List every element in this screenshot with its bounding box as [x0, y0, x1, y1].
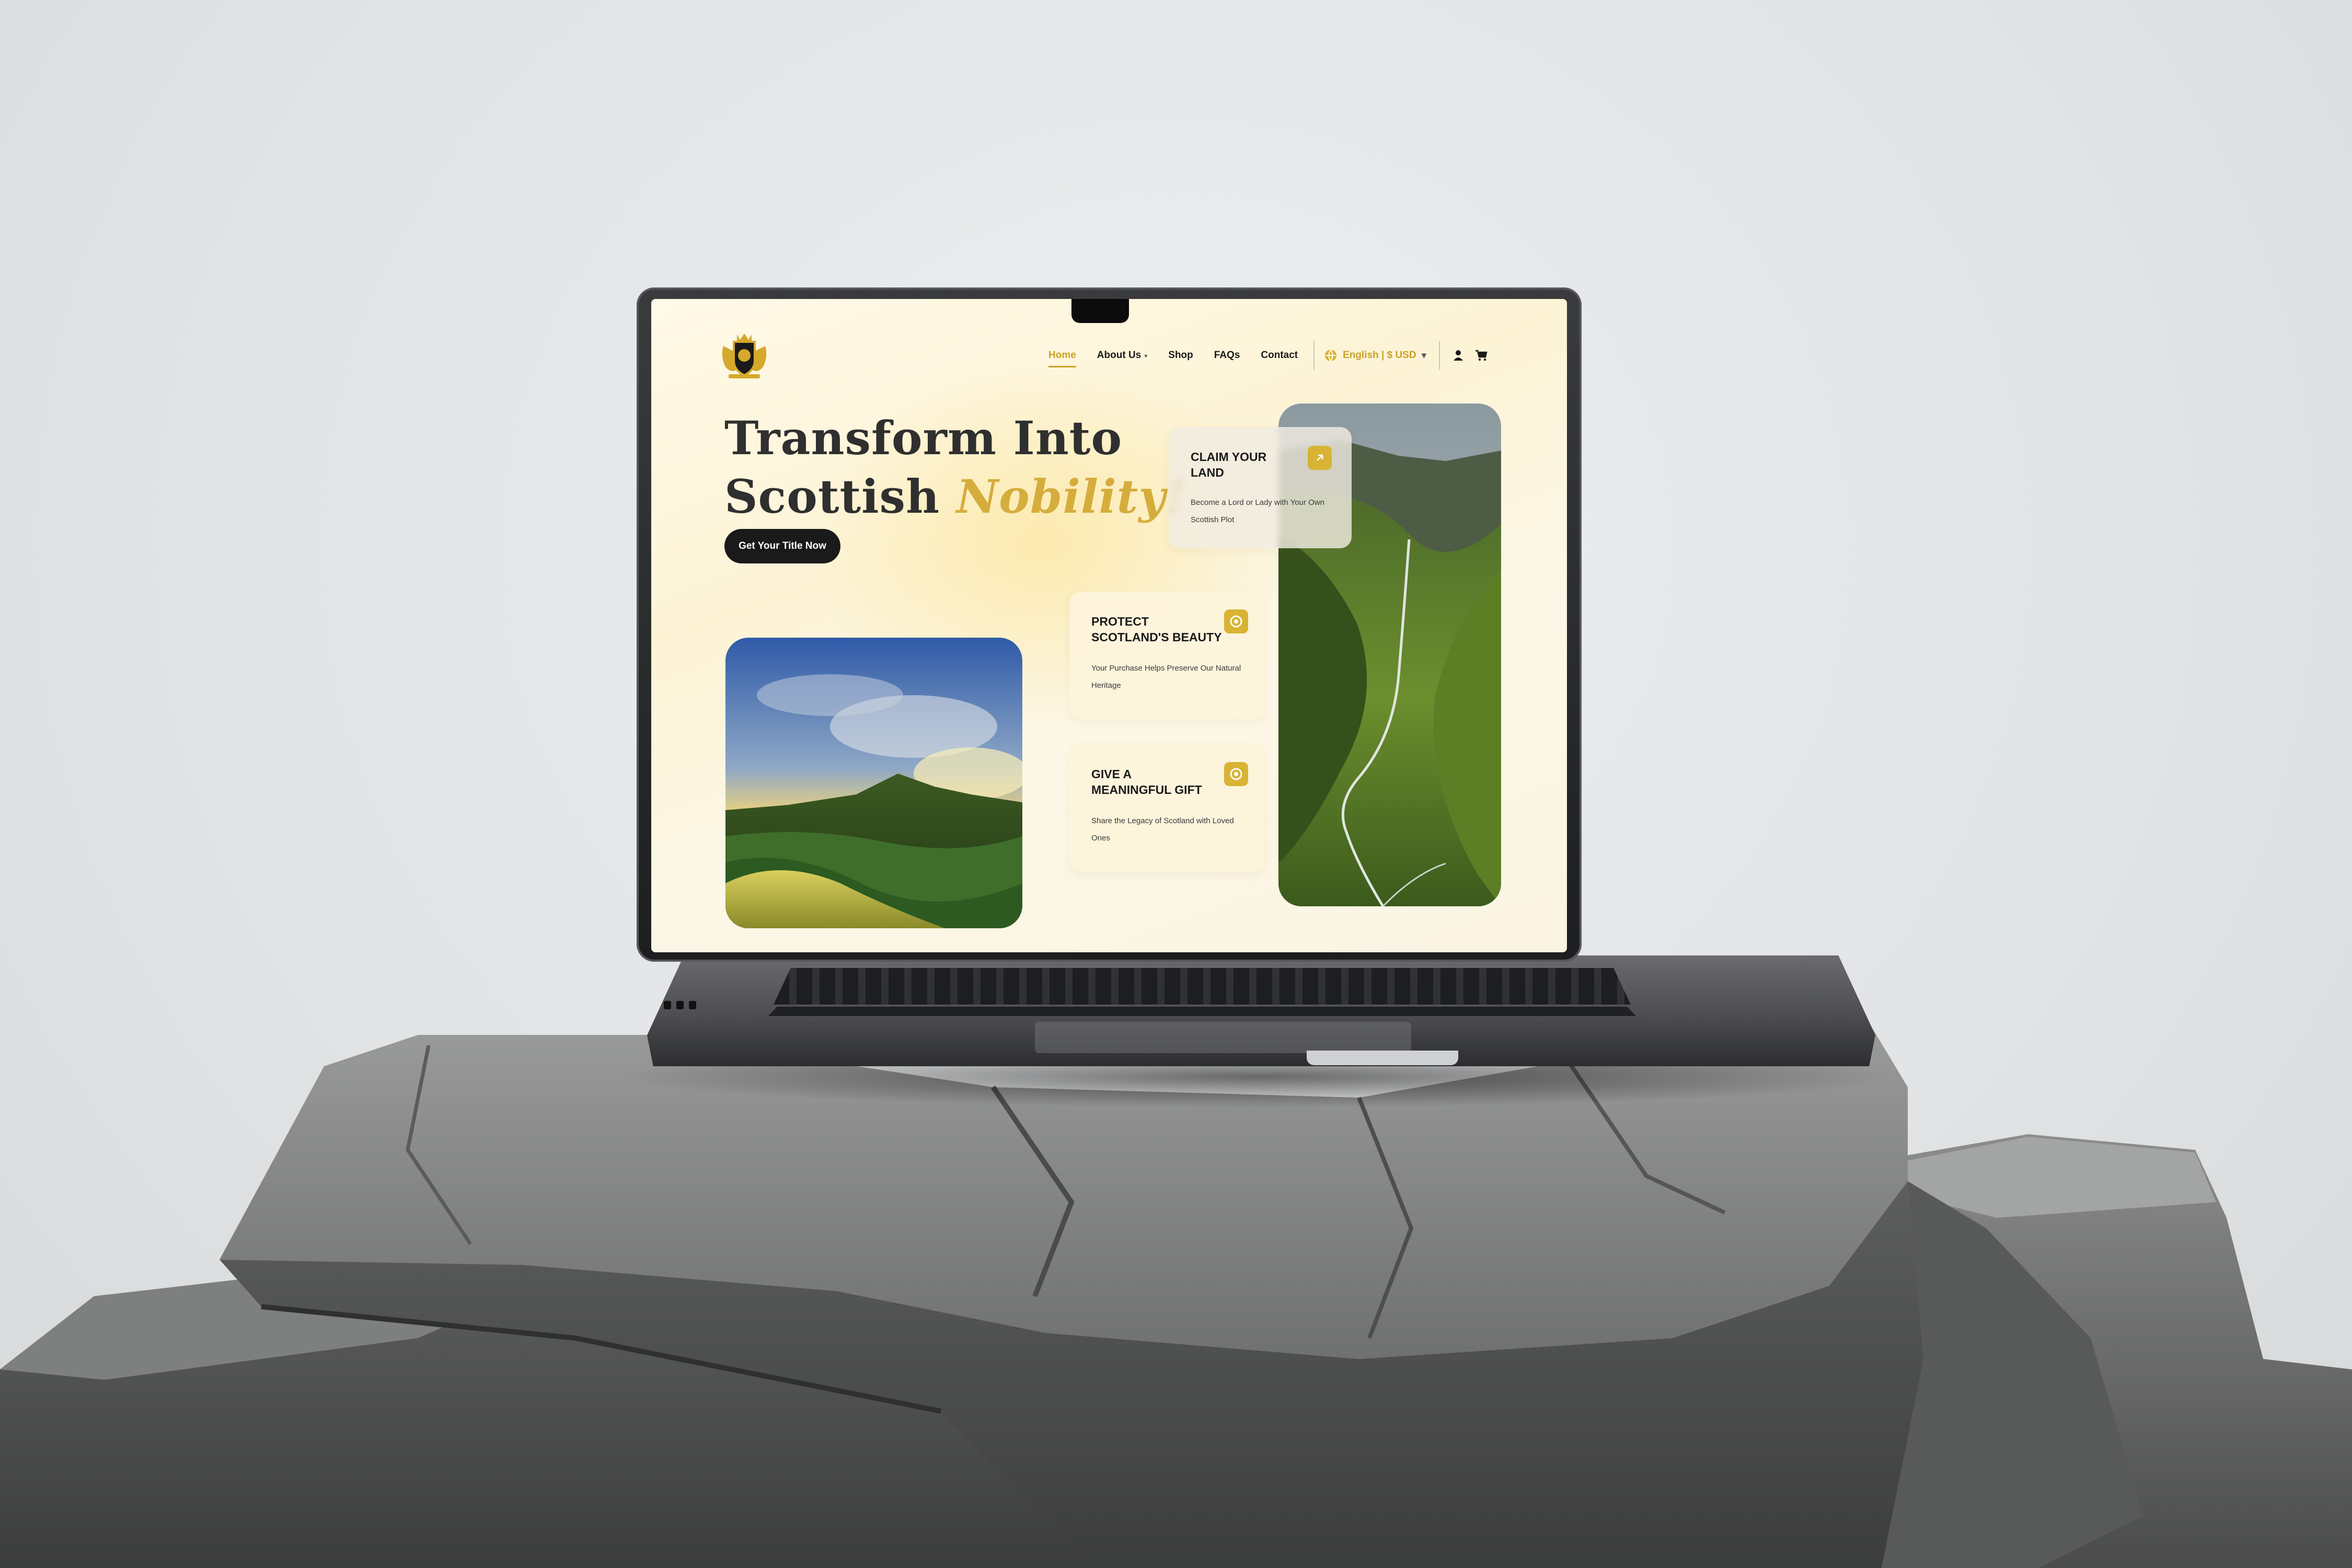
arrow-up-right-icon[interactable]	[1308, 446, 1332, 470]
laptop-ports	[664, 1001, 701, 1012]
nav-about-label: About Us	[1097, 350, 1142, 361]
globe-icon	[1325, 349, 1337, 362]
get-title-button[interactable]: Get Your Title Now	[724, 529, 840, 563]
nav-faqs[interactable]: FAQs	[1214, 350, 1240, 361]
nav-shop[interactable]: Shop	[1168, 350, 1193, 361]
laptop-screen: Home About Us ▾ Shop FAQs Contact English…	[651, 299, 1567, 952]
claim-land-card[interactable]: CLAIM YOUR LAND Become a Lord or Lady wi…	[1169, 427, 1352, 548]
nav-home[interactable]: Home	[1048, 350, 1076, 367]
protect-card-text: Your Purchase Helps Preserve Our Natural…	[1091, 664, 1241, 690]
language-selector[interactable]: English | $ USD ▾	[1324, 349, 1426, 362]
claim-card-text: Become a Lord or Lady with Your Own Scot…	[1191, 498, 1324, 524]
hero-line-2-text: Scottish	[724, 469, 940, 524]
caret-down-icon: ▾	[1421, 350, 1427, 361]
main-nav: Home About Us ▾ Shop FAQs Contact English…	[1048, 341, 1490, 370]
claim-card-title: CLAIM YOUR LAND	[1191, 450, 1267, 479]
nav-divider	[1313, 341, 1315, 370]
camera-notch	[1071, 299, 1129, 323]
meaningful-gift-card[interactable]: GIVE A MEANINGFUL GIFT Share the Legacy …	[1069, 744, 1265, 872]
cart-icon[interactable]	[1472, 347, 1490, 364]
target-icon	[1224, 609, 1248, 633]
nav-about[interactable]: About Us ▾	[1097, 350, 1147, 361]
gift-card-title: GIVE A MEANINGFUL GIFT	[1091, 767, 1202, 797]
user-icon[interactable]	[1449, 347, 1467, 364]
target-icon	[1224, 762, 1248, 786]
hero-highlight: Nobility!	[956, 469, 1187, 524]
laptop-keyboard-row	[768, 1007, 1636, 1016]
hero-line-1: Transform Into	[724, 411, 1123, 465]
hero-line-2: Scottish Nobility!	[724, 467, 1186, 526]
caret-down-icon: ▾	[1144, 352, 1148, 360]
laptop-trackpad	[1035, 1022, 1411, 1053]
hills-sunset-photo	[725, 638, 1022, 928]
laptop-keyboard	[774, 968, 1631, 1005]
language-label: English | $ USD	[1343, 350, 1416, 361]
crest-logo-icon[interactable]	[718, 330, 770, 381]
nav-contact[interactable]: Contact	[1261, 350, 1298, 361]
hero-headline: Transform Into Scottish Nobility!	[724, 409, 1186, 526]
protect-card-title: PROTECT SCOTLAND'S BEAUTY	[1091, 615, 1222, 644]
nav-divider-2	[1439, 341, 1440, 370]
gift-card-text: Share the Legacy of Scotland with Loved …	[1091, 816, 1234, 843]
laptop-front-lip	[1307, 1051, 1458, 1065]
protect-beauty-card[interactable]: PROTECT SCOTLAND'S BEAUTY Your Purchase …	[1069, 592, 1265, 719]
